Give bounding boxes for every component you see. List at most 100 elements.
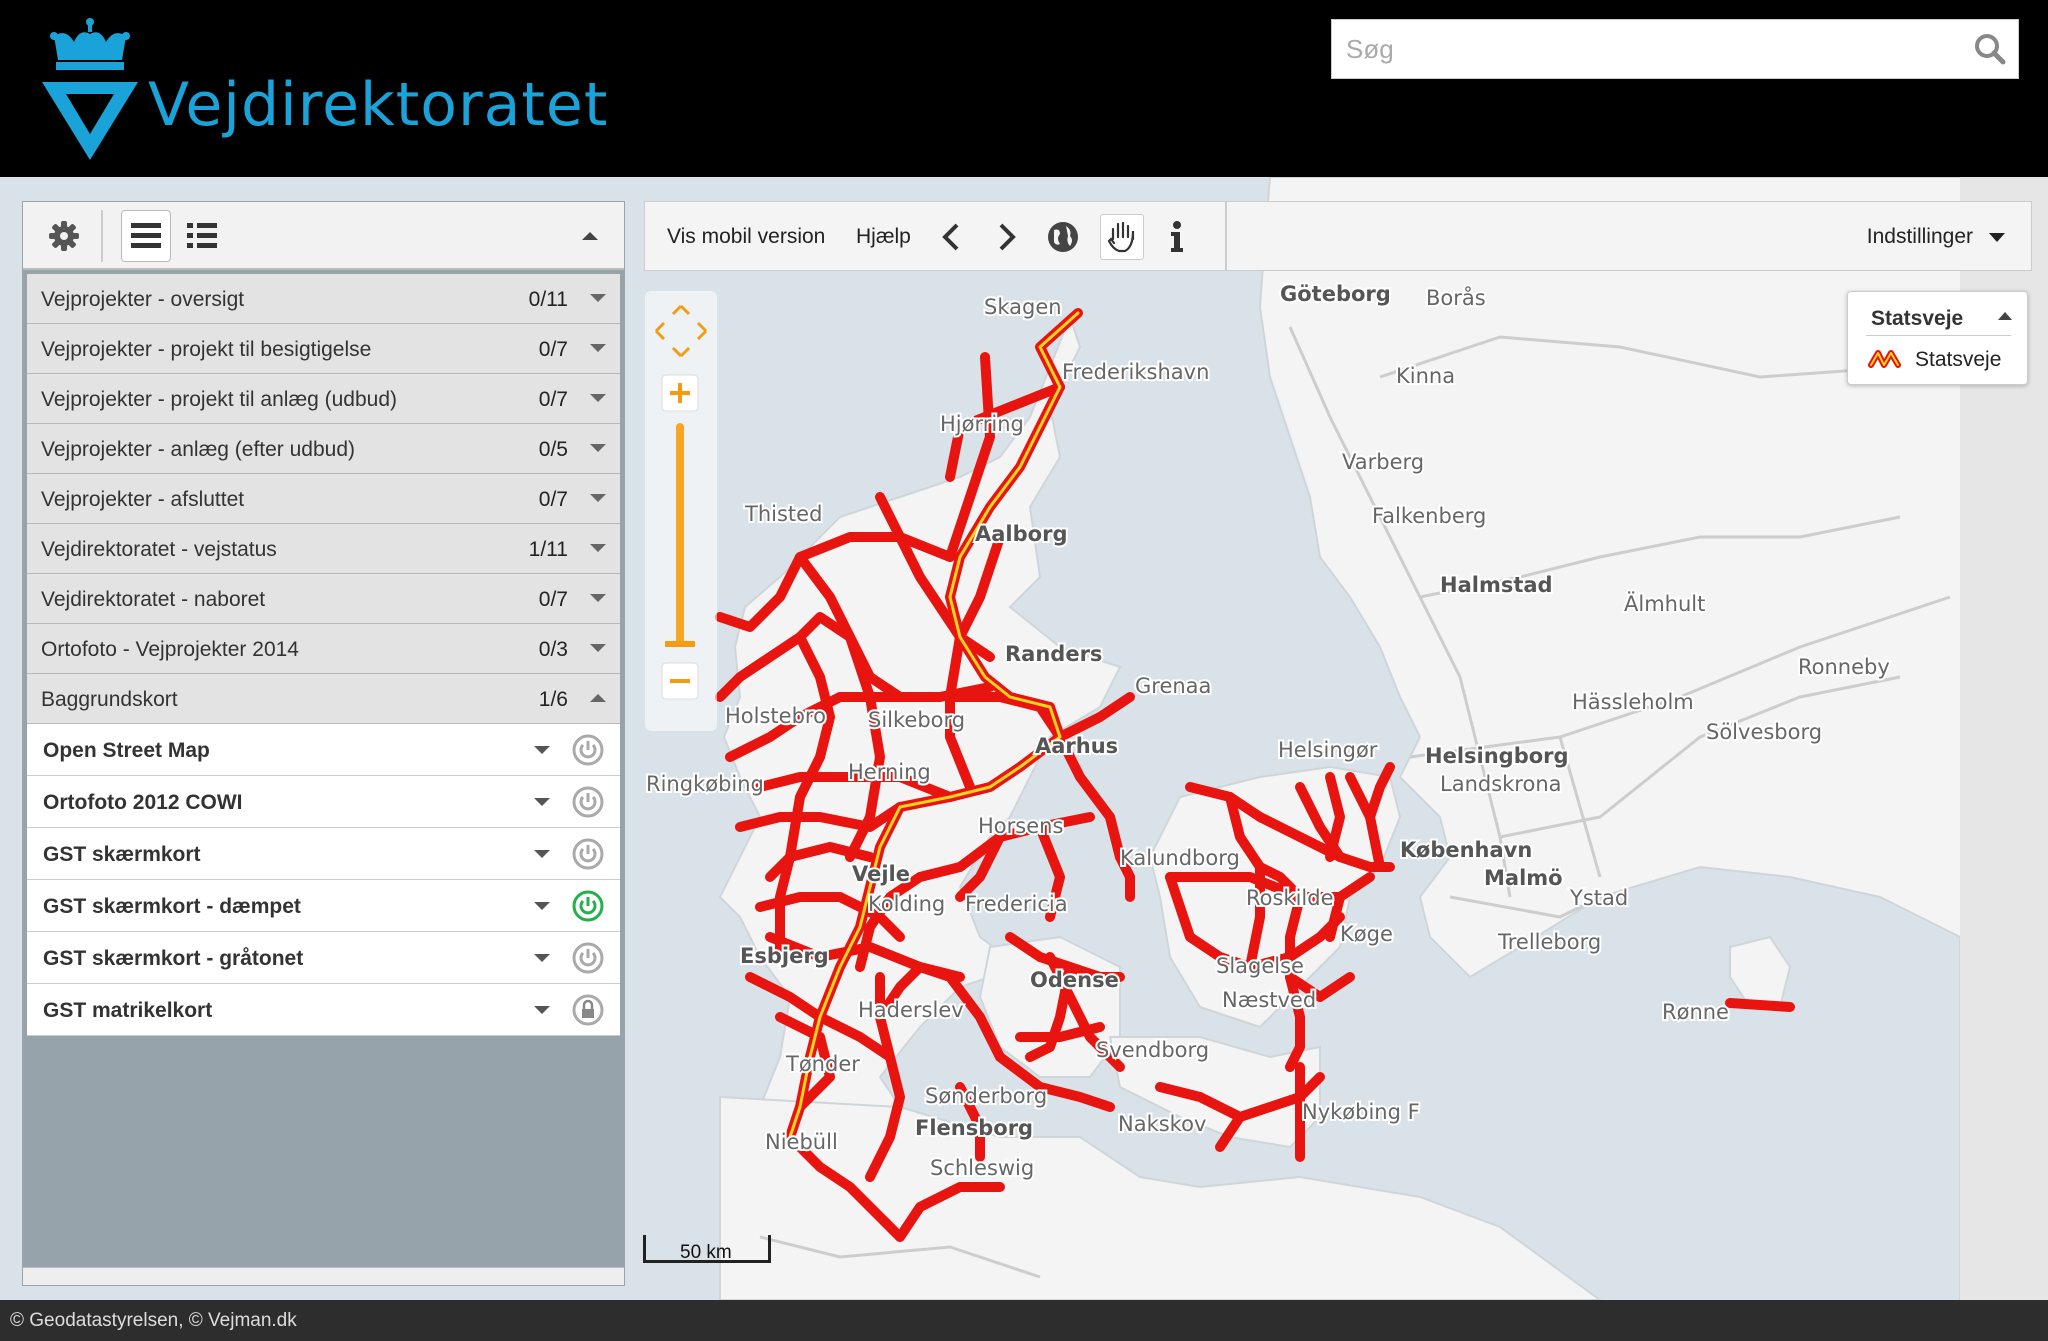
chevron-down-icon[interactable] [1989,233,2005,242]
place-label: Kalundborg [1120,846,1240,870]
layer-group-count: 0/5 [538,438,568,461]
place-label: Fredericia [965,892,1068,916]
place-label: Rønne [1662,1000,1729,1024]
search-input[interactable] [1332,20,1942,78]
layer-group[interactable]: Vejprojekter - oversigt 0/11 [27,274,620,324]
layer-group[interactable]: Vejprojekter - anlæg (efter udbud) 0/5 [27,424,620,474]
place-label: Ringkøbing [646,772,764,796]
map-view[interactable]: Skagen Frederikshavn Hjørring Thisted Aa… [0,177,2048,1300]
place-label: Trelleborg [1497,930,1601,954]
place-label: Silkeborg [868,708,965,732]
power-off-icon[interactable] [572,942,604,974]
layer-group[interactable]: Vejprojekter - afsluttet 0/7 [27,474,620,524]
chevron-down-icon[interactable] [590,444,606,452]
chevron-down-icon[interactable] [534,746,550,754]
layer-group-count: 0/7 [538,338,568,361]
chevron-down-icon[interactable] [534,902,550,910]
place-label: Flensborg [915,1116,1033,1140]
place-label: Haderslev [858,998,964,1022]
state-road-symbol-icon [1868,350,1901,368]
place-label: Nakskov [1118,1112,1206,1136]
info-icon[interactable] [1155,214,1199,260]
chevron-down-icon[interactable] [590,594,606,602]
layer-group-count: 1/6 [538,688,568,711]
layer-group[interactable]: Ortofoto - Vejprojekter 2014 0/3 [27,624,620,674]
app-window: Vejdirektoratet Søg Skagen Frederikshavn… [0,0,2048,1341]
sidebar-footer [23,1267,624,1285]
layer-group-label: Vejprojekter - projekt til anlæg (udbud) [41,388,398,411]
layer-item[interactable]: GST skærmkort - gråtonet [27,932,620,984]
collapse-legend-icon[interactable] [1998,312,2012,320]
settings-menu[interactable]: Indstillinger [1867,225,1973,249]
forward-arrow-icon[interactable] [985,214,1029,260]
layer-group-label: Vejprojekter - afsluttet [41,488,245,511]
power-off-icon[interactable] [572,838,604,870]
place-label: Kolding [868,892,945,916]
chevron-up-icon[interactable] [590,694,606,702]
chevron-down-icon[interactable] [590,344,606,352]
place-label: Hjørring [940,412,1024,436]
layer-group-label: Ortofoto - Vejprojekter 2014 [41,638,299,661]
layer-group[interactable]: Vejdirektoratet - vejstatus 1/11 [27,524,620,574]
power-on-icon[interactable] [572,890,604,922]
chevron-down-icon[interactable] [590,294,606,302]
chevron-down-icon[interactable] [590,494,606,502]
place-label: Horsens [978,814,1063,838]
layer-group[interactable]: Vejdirektoratet - naboret 0/7 [27,574,620,624]
layer-group[interactable]: Vejprojekter - projekt til anlæg (udbud)… [27,374,620,424]
search-box [1331,19,2019,79]
place-label: Älmhult [1624,591,1705,616]
power-off-icon[interactable] [572,734,604,766]
place-label: Halmstad [1440,573,1553,597]
chevron-down-icon[interactable] [590,544,606,552]
scale-label: 50 km [680,1242,732,1263]
layer-item-active[interactable]: GST skærmkort - dæmpet [27,880,620,932]
sidebar-toolbar [23,202,624,270]
list-view-icon[interactable] [121,210,171,262]
gear-icon[interactable] [39,210,89,262]
layer-group-count: 0/3 [538,638,568,661]
chevron-down-icon[interactable] [590,644,606,652]
layer-label: Open Street Map [43,739,210,762]
back-arrow-icon[interactable] [929,214,973,260]
layer-sidebar: Vejprojekter - oversigt 0/11 Vejprojekter… [22,201,625,1286]
legend-divider [1866,335,2011,336]
pan-arrows-icon [654,304,708,358]
layer-group[interactable]: Vejprojekter - projekt til besigtigelse 0… [27,324,620,374]
power-off-icon[interactable] [572,786,604,818]
chevron-down-icon[interactable] [534,954,550,962]
place-label: Tønder [785,1052,860,1076]
layer-group-count: 0/7 [538,488,568,511]
chevron-down-icon[interactable] [590,394,606,402]
layer-item[interactable]: Open Street Map [27,724,620,776]
layer-group-count: 0/7 [538,588,568,611]
lock-icon[interactable] [572,994,604,1026]
layer-item[interactable]: Ortofoto 2012 COWI [27,776,620,828]
place-label: Svendborg [1096,1038,1209,1062]
place-label: Thisted [744,502,822,526]
footer: © Geodatastyrelsen, © Vejman.dk [0,1300,2048,1341]
chevron-down-icon[interactable] [534,850,550,858]
pan-hand-icon[interactable] [1100,214,1144,260]
layer-label: GST skærmkort - dæmpet [43,895,301,918]
header: Vejdirektoratet [0,0,2048,177]
place-label: Aalborg [975,522,1067,546]
chevron-down-icon[interactable] [534,1006,550,1014]
layer-item[interactable]: GST skærmkort [27,828,620,880]
mobile-version-link[interactable]: Vis mobil version [667,225,825,249]
layer-group-baggrundskort[interactable]: Baggrundskort 1/6 [27,674,620,724]
layer-item[interactable]: GST matrikelkort [27,984,620,1036]
legend-title: Statsveje [1871,307,1964,330]
vejdirektoratet-logo [40,16,140,164]
layer-group-count: 0/11 [528,288,568,311]
globe-icon[interactable] [1041,214,1085,260]
layer-group-label: Baggrundskort [41,688,178,711]
help-link[interactable]: Hjælp [856,225,911,249]
place-label: Grenaa [1135,674,1211,698]
place-label: Borås [1426,285,1486,310]
search-icon[interactable] [1970,29,2010,69]
place-label: Sölvesborg [1706,720,1822,744]
collapse-sidebar-icon[interactable] [582,232,598,240]
chevron-down-icon[interactable] [534,798,550,806]
bullet-list-icon[interactable] [177,210,227,262]
